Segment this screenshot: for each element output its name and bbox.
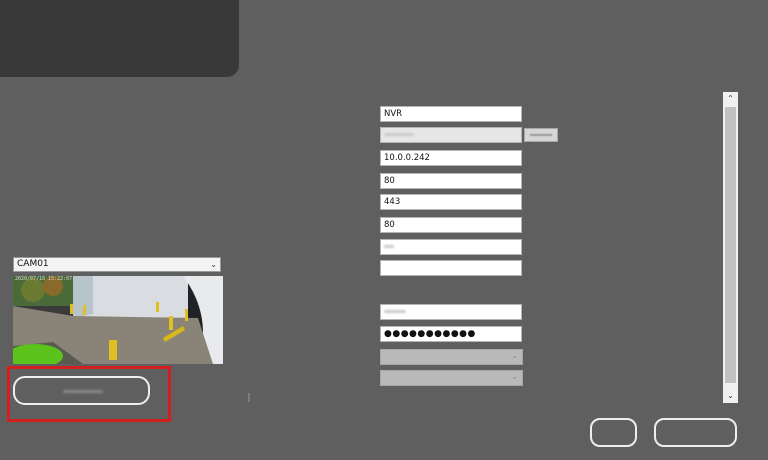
rtsp-port-field[interactable]: 80	[380, 217, 522, 233]
device-name-value: NVR	[384, 109, 403, 119]
camera-timestamp: 2020/07/16 15:22:07	[15, 276, 73, 282]
ip-address-field[interactable]: 10.0.0.242	[380, 150, 522, 166]
bottom-right-button[interactable]	[654, 418, 737, 447]
device-name-field[interactable]: NVR	[380, 106, 522, 122]
divider-mark	[248, 393, 250, 402]
chevron-down-icon: ⌄	[210, 260, 217, 269]
blurred-channel	[384, 245, 394, 248]
chevron-down-icon: ⌄	[511, 351, 518, 360]
chevron-up-icon[interactable]: ⌃	[723, 92, 738, 106]
scrollbar[interactable]: ⌃ ⌄	[723, 92, 738, 403]
blurred-username	[384, 310, 406, 313]
scroll-thumb[interactable]	[725, 107, 736, 383]
empty-field[interactable]	[380, 260, 522, 276]
password-value: ●●●●●●●●●●●	[384, 329, 476, 339]
ip-address-value: 10.0.0.242	[384, 153, 430, 163]
https-port-value: 443	[384, 197, 401, 207]
blurred-button-label	[530, 134, 552, 136]
camera-preview-image	[13, 276, 223, 364]
rtsp-port-value: 80	[384, 220, 395, 230]
camera-preview: 2020/07/16 15:22:07	[13, 276, 223, 364]
dropdown-1[interactable]: ⌄	[380, 349, 523, 365]
bottom-left-button[interactable]	[590, 418, 637, 447]
chevron-down-icon[interactable]: ⌄	[723, 389, 738, 403]
http-port-field[interactable]: 80	[380, 173, 522, 189]
chevron-down-icon: ⌄	[511, 372, 518, 381]
username-field[interactable]	[380, 304, 522, 320]
https-port-field[interactable]: 443	[380, 194, 522, 210]
dropdown-2[interactable]: ⌄	[380, 370, 523, 386]
camera-select[interactable]: CAM01 ⌄	[13, 257, 221, 272]
camera-select-value: CAM01	[17, 259, 49, 269]
password-field[interactable]: ●●●●●●●●●●●	[380, 326, 522, 342]
red-highlight-box	[7, 366, 171, 422]
channel-field[interactable]	[380, 239, 522, 255]
blurred-serial	[384, 133, 414, 136]
serial-field[interactable]	[380, 127, 522, 143]
field-side-button[interactable]	[524, 128, 558, 142]
top-panel	[0, 0, 239, 77]
http-port-value: 80	[384, 176, 395, 186]
